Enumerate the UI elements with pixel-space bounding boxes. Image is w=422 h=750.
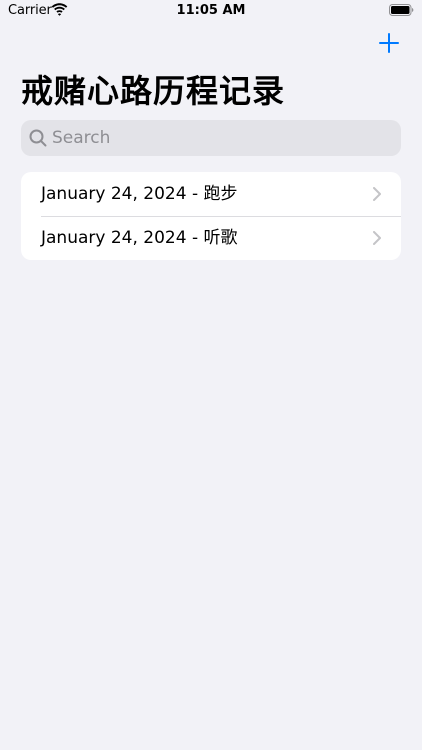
clock-time: 11:05 AM xyxy=(176,3,246,18)
search-input[interactable] xyxy=(52,120,392,156)
plus-icon xyxy=(379,33,399,53)
search-icon xyxy=(29,129,47,147)
page-title: 戒赌心路历程记录 xyxy=(21,72,286,110)
status-bar: Carrier 11:05 AM xyxy=(0,0,422,24)
search-bar[interactable] xyxy=(21,120,401,156)
list-item-label: January 24, 2024 - 跑步 xyxy=(41,184,238,204)
list-item[interactable]: January 24, 2024 - 跑步 xyxy=(21,172,401,216)
battery-full-icon xyxy=(389,4,414,16)
chevron-right-icon xyxy=(373,231,381,245)
list-item[interactable]: January 24, 2024 - 听歌 xyxy=(21,216,401,260)
entries-list: January 24, 2024 - 跑步 January 24, 2024 -… xyxy=(21,172,401,260)
chevron-right-icon xyxy=(373,187,381,201)
add-entry-button[interactable] xyxy=(377,31,401,55)
list-item-label: January 24, 2024 - 听歌 xyxy=(41,228,238,248)
